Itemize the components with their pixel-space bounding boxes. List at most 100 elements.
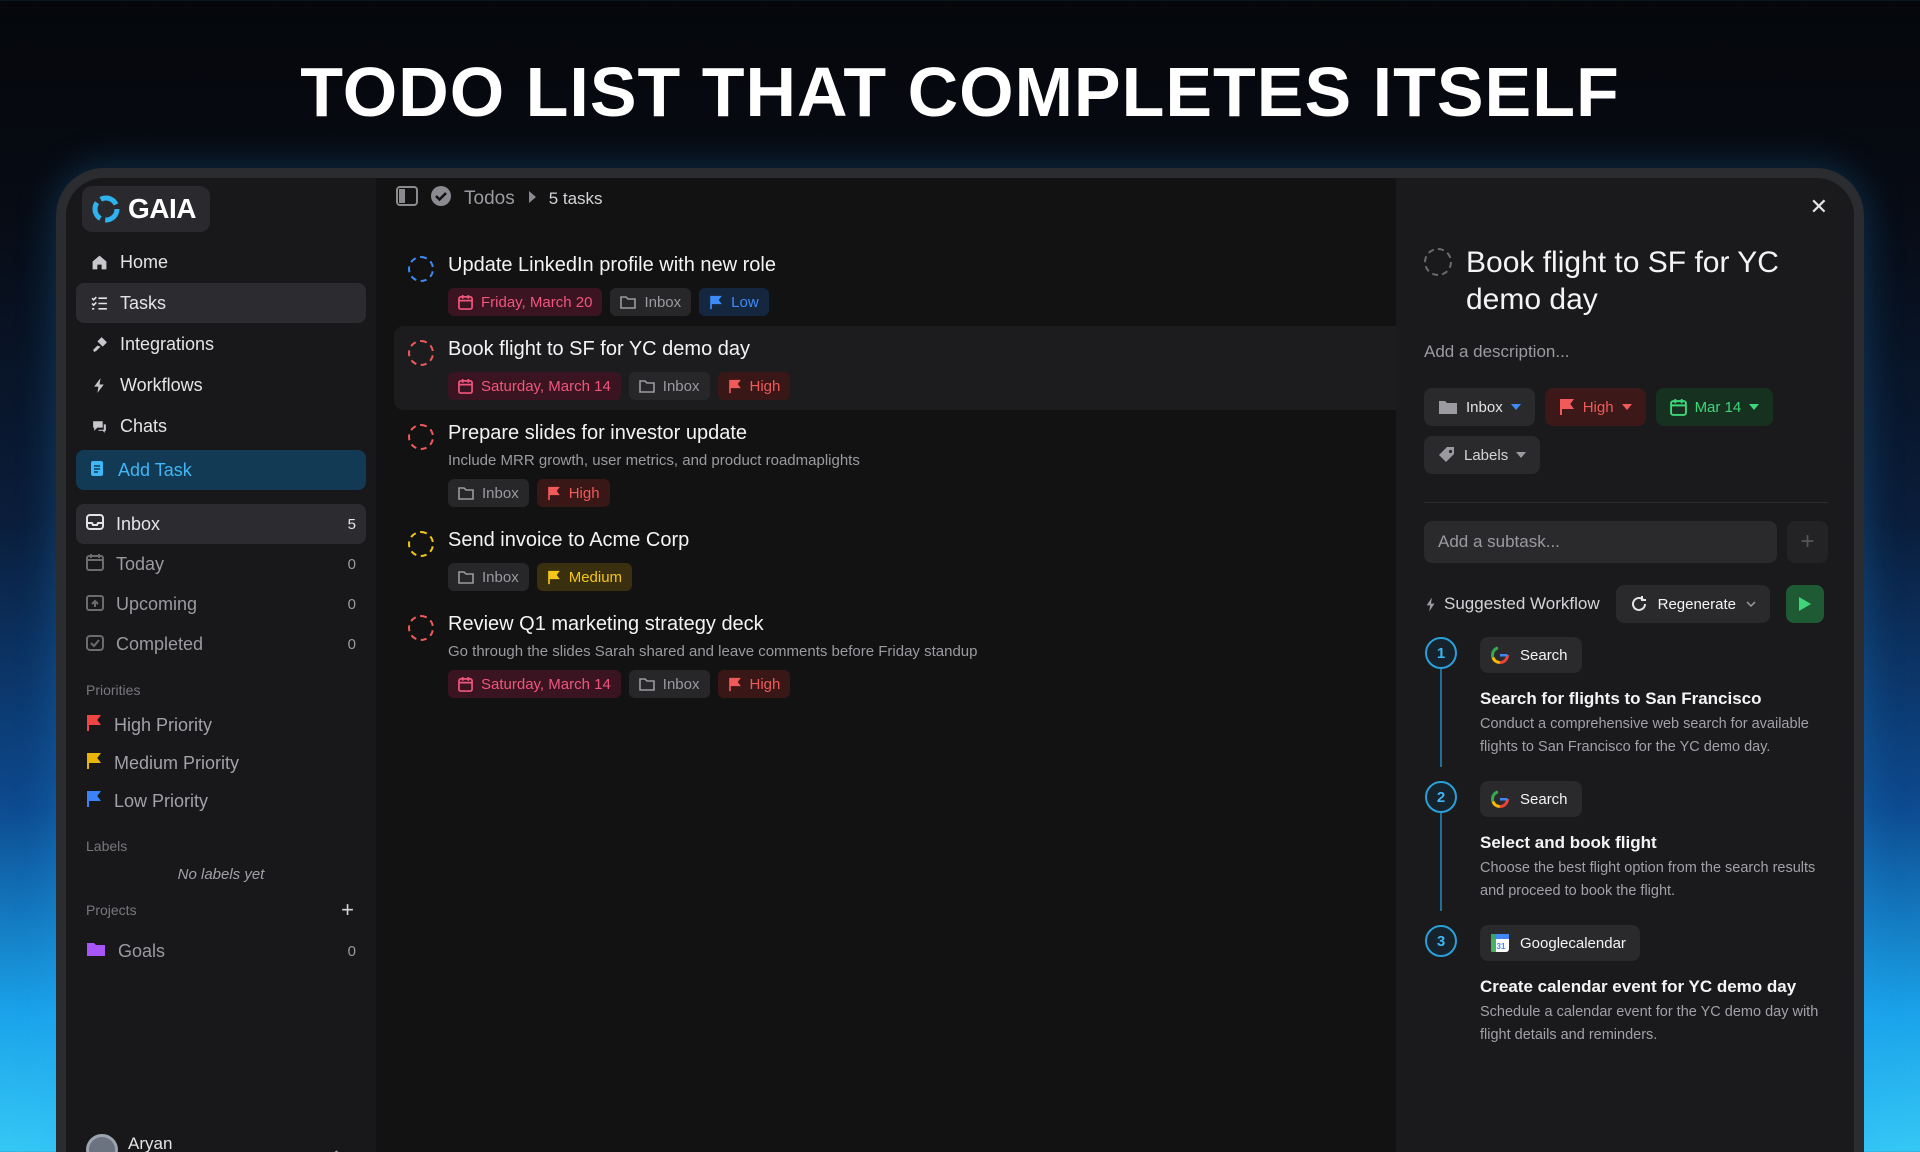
priority-label: Medium Priority	[114, 752, 240, 773]
project-chip[interactable]: Inbox	[628, 670, 710, 698]
task-row[interactable]: Update LinkedIn profile with new role Fr…	[394, 242, 1396, 326]
tool-label: Search	[1520, 646, 1568, 664]
task-title: Prepare slides for investor update	[448, 422, 748, 444]
project-chip[interactable]: Inbox	[628, 372, 710, 400]
task-checkbox[interactable]	[408, 340, 434, 366]
step-title: Select and book flight	[1480, 833, 1657, 852]
user-profile[interactable]: Aryan	[86, 1128, 172, 1152]
priorities-heading: Priorities	[86, 682, 141, 698]
task-detail-panel: ✕ Book flight to SF for YC demo day Add …	[1396, 178, 1854, 1152]
tool-label: Googlecalendar	[1520, 934, 1626, 952]
task-checkbox[interactable]	[408, 256, 434, 282]
google-icon	[1491, 646, 1509, 664]
detail-title[interactable]: Book flight to SF for YC demo day	[1466, 244, 1828, 318]
list-inbox[interactable]: Inbox 5	[76, 504, 366, 544]
task-checkbox[interactable]	[408, 424, 434, 450]
nav-tasks[interactable]: Tasks	[76, 283, 366, 323]
tool-chip[interactable]: 31 Googlecalendar	[1480, 925, 1640, 961]
description-field[interactable]: Add a description...	[1424, 342, 1828, 362]
workflow-step: 3 31 Googlecalendar Create calendar even…	[1424, 925, 1828, 1069]
priority-chip[interactable]: High	[717, 670, 791, 698]
priority-chip[interactable]: High	[536, 479, 610, 507]
breadcrumb: Todos 5 tasks	[376, 178, 1396, 220]
folder-icon	[638, 678, 655, 691]
lightning-icon	[1426, 597, 1435, 611]
breadcrumb-section[interactable]: Todos	[464, 188, 515, 210]
priority-medium[interactable]: Medium Priority	[66, 744, 376, 782]
date-select[interactable]: Mar 14	[1655, 388, 1774, 426]
priority-select[interactable]: High	[1544, 388, 1646, 426]
priority-chip[interactable]: High	[717, 372, 791, 400]
priority-label: Low	[731, 293, 759, 311]
task-row[interactable]: Prepare slides for investor update Inclu…	[394, 410, 1396, 517]
list-label: Upcoming	[116, 593, 198, 614]
close-icon[interactable]: ✕	[1810, 194, 1828, 220]
nav-integrations[interactable]: Integrations	[76, 324, 366, 364]
priority-high[interactable]: High Priority	[66, 706, 376, 744]
task-checkbox[interactable]	[408, 615, 434, 641]
run-workflow-button[interactable]	[1786, 585, 1825, 623]
inbox-icon	[86, 513, 104, 536]
add-task-button[interactable]: Add Task	[76, 450, 366, 490]
nav-chats[interactable]: Chats	[76, 406, 366, 446]
labels-select[interactable]: Labels	[1424, 436, 1541, 474]
tool-label: Search	[1520, 790, 1568, 808]
list-label: Inbox	[116, 513, 161, 534]
folder-icon	[458, 487, 474, 500]
sidebar-toggle-icon[interactable]	[396, 186, 418, 212]
date-label: Friday, March 20	[481, 293, 593, 311]
task-row[interactable]: Review Q1 marketing strategy deck Go thr…	[394, 601, 1396, 708]
task-title: Review Q1 marketing strategy deck	[448, 613, 764, 635]
flag-icon	[710, 295, 722, 309]
task-row[interactable]: Send invoice to Acme Corp Inbox Medium	[394, 517, 1396, 601]
chevron-up-icon[interactable]: ⌃	[331, 1148, 342, 1152]
blue-flag-icon	[86, 790, 102, 813]
tool-chip[interactable]: Search	[1480, 781, 1582, 817]
app-logo[interactable]: GAIA	[82, 186, 210, 232]
project-goals[interactable]: Goals 0	[76, 931, 366, 971]
google-icon	[1491, 790, 1509, 808]
upcoming-icon	[86, 593, 104, 616]
calendar-icon	[86, 553, 104, 576]
task-list: Update LinkedIn profile with new role Fr…	[376, 220, 1396, 708]
folder-icon	[86, 940, 106, 963]
google-calendar-icon: 31	[1491, 934, 1509, 952]
nav-home[interactable]: Home	[76, 242, 366, 282]
priority-chip[interactable]: Medium	[536, 563, 633, 591]
due-date-chip[interactable]: Saturday, March 14	[448, 372, 621, 400]
project-chip[interactable]: Inbox	[610, 288, 692, 316]
nav-workflows[interactable]: Workflows	[76, 365, 366, 405]
due-date-chip[interactable]: Friday, March 20	[448, 288, 603, 316]
step-number: 2	[1425, 781, 1457, 813]
due-date-chip[interactable]: Saturday, March 14	[448, 670, 621, 698]
list-count: 5	[347, 515, 356, 533]
regenerate-button[interactable]: Regenerate	[1615, 585, 1771, 623]
tool-chip[interactable]: Search	[1480, 637, 1582, 673]
list-upcoming[interactable]: Upcoming 0	[76, 584, 366, 624]
project-select[interactable]: Inbox	[1424, 388, 1535, 426]
list-label: Today	[116, 553, 165, 574]
task-checkbox[interactable]	[408, 531, 434, 557]
task-checkbox[interactable]	[1424, 248, 1452, 276]
list-completed[interactable]: Completed 0	[76, 624, 366, 664]
projects-label: Projects	[86, 902, 137, 918]
project-chip[interactable]: Inbox	[448, 479, 529, 507]
workflow-steps: 1 Search Search for flights to San Franc…	[1424, 637, 1828, 1069]
chats-icon	[90, 417, 108, 435]
task-lists: Inbox 5 Today 0 Upcoming 0 Completed 0	[66, 504, 376, 664]
nav-label: Home	[120, 251, 169, 272]
task-row-selected[interactable]: Book flight to SF for YC demo day Saturd…	[394, 326, 1396, 410]
subtask-input[interactable]	[1424, 521, 1777, 563]
flag-icon	[1559, 399, 1574, 415]
priority-low[interactable]: Low Priority	[66, 782, 376, 820]
add-project-icon[interactable]: +	[341, 897, 354, 923]
project-label: Goals	[118, 940, 166, 961]
project-chip[interactable]: Inbox	[448, 563, 529, 591]
yellow-flag-icon	[86, 752, 102, 775]
nav-label: Workflows	[120, 374, 203, 395]
list-today[interactable]: Today 0	[76, 544, 366, 584]
priority-chip[interactable]: Low	[699, 288, 769, 316]
device-frame: GAIA Home Tasks Integrations Workflows C…	[56, 168, 1864, 1152]
add-subtask-button[interactable]: +	[1786, 521, 1828, 563]
logo-text: GAIA	[128, 193, 197, 224]
